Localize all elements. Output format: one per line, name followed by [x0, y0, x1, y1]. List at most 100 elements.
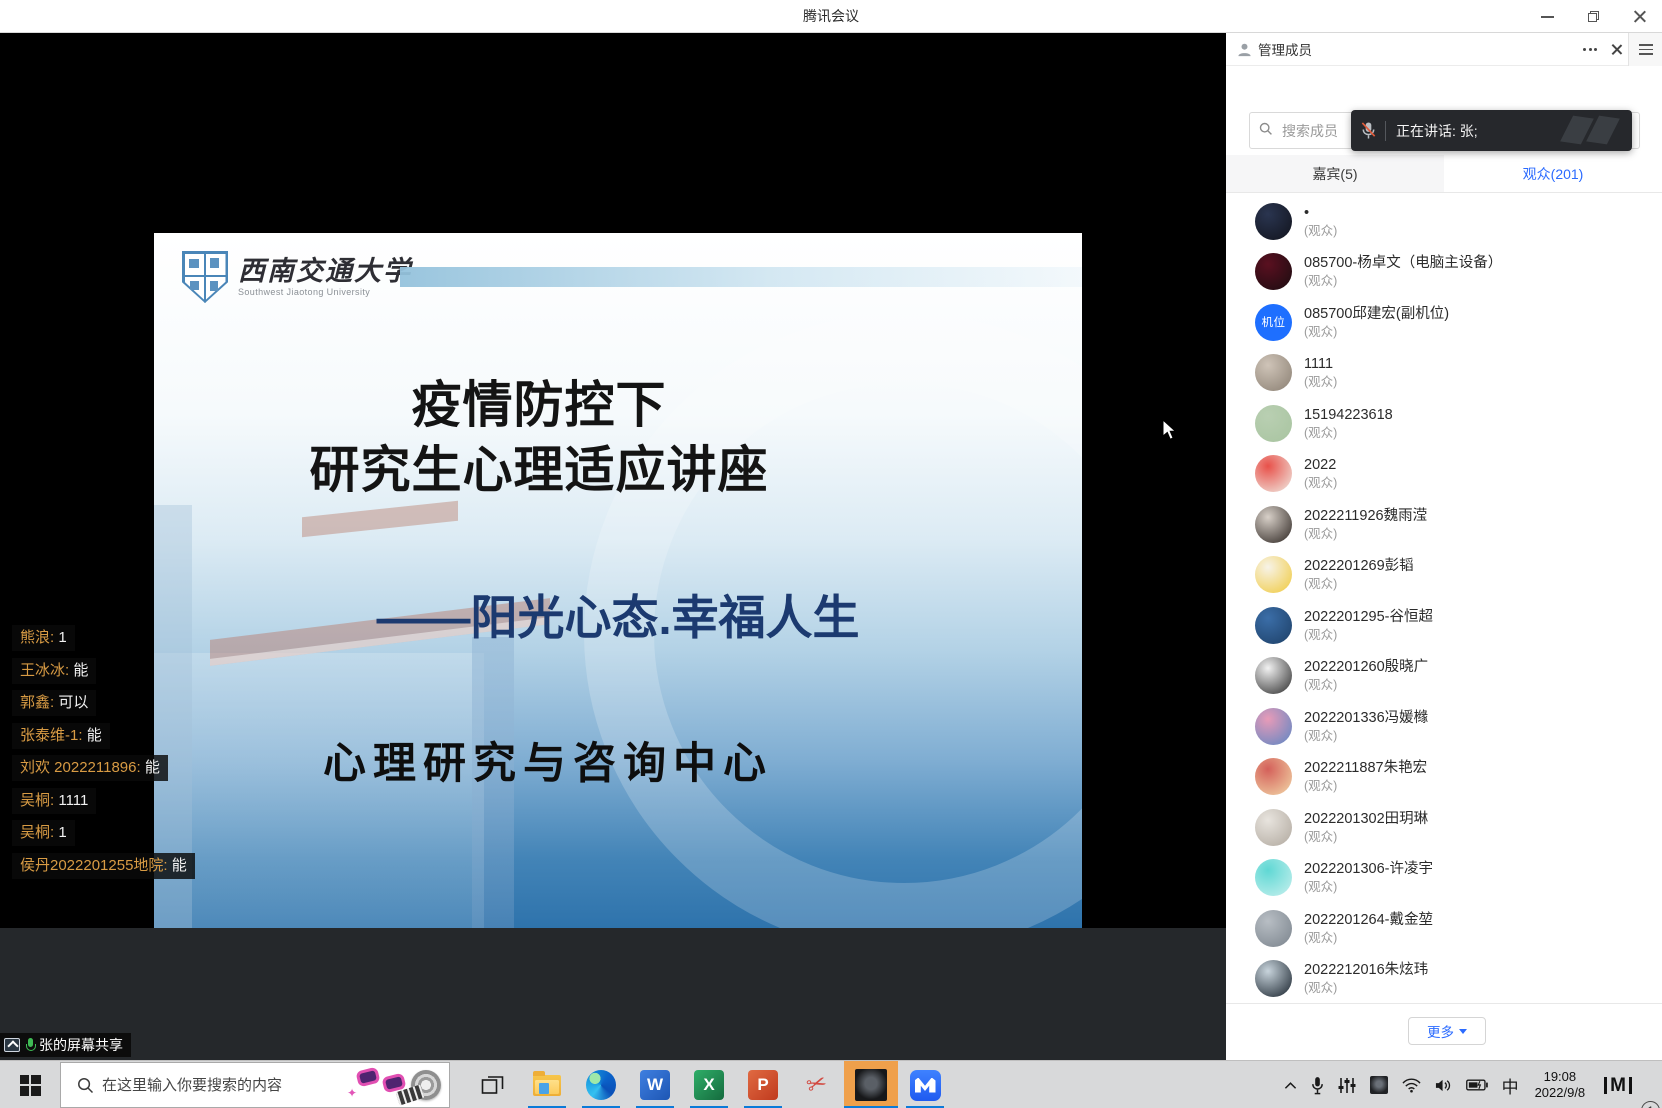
- close-icon: [1633, 10, 1646, 23]
- word-button[interactable]: W: [628, 1061, 682, 1108]
- member-row[interactable]: 2022201306-许凌宇(观众): [1226, 853, 1662, 904]
- more-options-icon[interactable]: [1583, 48, 1597, 51]
- member-name: 2022201269彭韬: [1304, 557, 1414, 576]
- windows-logo-icon: [20, 1075, 41, 1096]
- clock-time: 19:08: [1535, 1069, 1586, 1085]
- member-row[interactable]: 2022212016朱炫玮(观众): [1226, 954, 1662, 1005]
- tray-mic[interactable]: [1304, 1061, 1331, 1108]
- start-button[interactable]: [0, 1061, 60, 1108]
- active-app-button[interactable]: [844, 1061, 898, 1108]
- member-name: 085700邱建宏(副机位): [1304, 305, 1449, 324]
- member-row[interactable]: 2022201302田玥琳(观众): [1226, 802, 1662, 853]
- member-list[interactable]: •(观众)085700-杨卓文（电脑主设备）(观众)机位085700邱建宏(副机…: [1226, 196, 1662, 1036]
- tray-brand-m[interactable]: M: [1594, 1076, 1642, 1095]
- screen-share-label: 张的屏幕共享: [39, 1035, 123, 1055]
- chat-sender: 王冰冰:: [20, 662, 73, 679]
- speaker-icon: [1435, 1078, 1452, 1093]
- chat-sender: 吴桐:: [20, 824, 58, 841]
- chat-message: 张泰维-1: 能: [12, 723, 110, 749]
- member-name: 2022201295-谷恒超: [1304, 608, 1433, 627]
- toast-divider: [1385, 121, 1386, 141]
- task-view-button[interactable]: [466, 1061, 520, 1108]
- screen-share-icon: [4, 1038, 20, 1052]
- minimize-button[interactable]: [1524, 0, 1570, 33]
- file-explorer-button[interactable]: [520, 1061, 574, 1108]
- excel-button[interactable]: X: [682, 1061, 736, 1108]
- tab-audience[interactable]: 观众(201): [1444, 155, 1662, 192]
- member-avatar: [1255, 556, 1292, 593]
- panel-close-icon[interactable]: [1611, 44, 1622, 55]
- excel-icon: X: [694, 1070, 724, 1100]
- chat-text: 可以: [58, 694, 88, 711]
- taskbar-search-input[interactable]: [102, 1077, 345, 1094]
- chat-text: 1111: [58, 792, 88, 809]
- tab-guests[interactable]: 嘉宾(5): [1226, 155, 1444, 192]
- member-name: 2022201264-戴金堃: [1304, 911, 1433, 930]
- system-tray: 中 19:08 2022/9/8 M 1: [1277, 1061, 1662, 1108]
- chat-text: 能: [172, 857, 187, 874]
- shared-screen-area: 西南交通大学 Southwest Jiaotong University 疫情防…: [0, 33, 1226, 1060]
- member-row[interactable]: 2022201260殷晓广(观众): [1226, 651, 1662, 702]
- member-icon: [1237, 42, 1252, 57]
- taskbar-search-box[interactable]: ✦: [60, 1062, 450, 1108]
- chat-text: 1: [58, 629, 66, 646]
- member-role: (观众): [1304, 475, 1337, 491]
- member-row[interactable]: 2022201295-谷恒超(观众): [1226, 600, 1662, 651]
- member-row[interactable]: 2022201269彭韬(观众): [1226, 550, 1662, 601]
- restore-button[interactable]: [1570, 0, 1616, 33]
- chat-overlay: 熊浪: 1王冰冰: 能郭鑫: 可以张泰维-1: 能刘欢 2022211896: …: [12, 625, 195, 879]
- member-avatar: [1255, 455, 1292, 492]
- tray-wifi[interactable]: [1395, 1061, 1428, 1108]
- tray-mixer[interactable]: [1331, 1061, 1363, 1108]
- university-name-cn: 西南交通大学: [238, 257, 412, 285]
- member-role: (观众): [1304, 627, 1433, 643]
- member-role: (观众): [1304, 273, 1502, 289]
- chat-text: 能: [73, 662, 88, 679]
- member-role: (观众): [1304, 374, 1337, 390]
- member-row[interactable]: 15194223618(观众): [1226, 398, 1662, 449]
- panel-menu-button[interactable]: [1628, 33, 1662, 66]
- member-row[interactable]: 机位085700邱建宏(副机位)(观众): [1226, 297, 1662, 348]
- tencent-meeting-button[interactable]: [898, 1061, 952, 1108]
- more-button[interactable]: 更多: [1408, 1017, 1486, 1045]
- app-thumbnail-icon: [1370, 1076, 1388, 1094]
- member-row[interactable]: •(观众): [1226, 196, 1662, 247]
- hamburger-icon: [1639, 44, 1653, 55]
- tray-expand-button[interactable]: [1277, 1061, 1304, 1108]
- tray-clock[interactable]: 19:08 2022/9/8: [1526, 1069, 1595, 1101]
- ime-indicator[interactable]: 中: [1495, 1061, 1526, 1108]
- chat-sender: 郭鑫:: [20, 694, 58, 711]
- member-name: 15194223618: [1304, 406, 1393, 425]
- capture-tool-button[interactable]: ✂: [790, 1061, 844, 1108]
- member-row[interactable]: 2022201336冯媛橼(观众): [1226, 701, 1662, 752]
- member-avatar: [1255, 253, 1292, 290]
- panel-more-row: 更多: [1226, 1003, 1662, 1060]
- member-row[interactable]: 1111(观众): [1226, 348, 1662, 399]
- tray-battery[interactable]: [1459, 1061, 1495, 1108]
- chat-message: 王冰冰: 能: [12, 658, 96, 684]
- file-explorer-icon: [533, 1075, 561, 1096]
- chat-message: 侯丹2022201255地院: 能: [12, 853, 195, 879]
- slide-archway-art: [302, 501, 458, 537]
- edge-button[interactable]: [574, 1061, 628, 1108]
- close-button[interactable]: [1616, 0, 1662, 33]
- member-row[interactable]: 2022211887朱艳宏(观众): [1226, 752, 1662, 803]
- wifi-icon: [1402, 1078, 1421, 1093]
- chat-sender: 熊浪:: [20, 629, 58, 646]
- sliders-icon: [1338, 1077, 1356, 1094]
- slide-header-bar: [400, 267, 1082, 287]
- slide-title-line2: 研究生心理适应讲座: [154, 438, 924, 503]
- member-row[interactable]: 2022(观众): [1226, 449, 1662, 500]
- chevron-up-icon: [1284, 1081, 1297, 1090]
- member-row[interactable]: 085700-杨卓文（电脑主设备）(观众): [1226, 247, 1662, 298]
- chat-text: 1: [58, 824, 66, 841]
- university-name-en: Southwest Jiaotong University: [238, 287, 412, 297]
- member-avatar: [1255, 506, 1292, 543]
- powerpoint-button[interactable]: P: [736, 1061, 790, 1108]
- battery-icon: [1466, 1079, 1488, 1091]
- member-role: (观众): [1304, 576, 1414, 592]
- member-row[interactable]: 2022211926魏雨滢(观众): [1226, 499, 1662, 550]
- tray-volume[interactable]: [1428, 1061, 1459, 1108]
- tray-app-thumbnail[interactable]: [1363, 1061, 1395, 1108]
- member-row[interactable]: 2022201264-戴金堃(观众): [1226, 903, 1662, 954]
